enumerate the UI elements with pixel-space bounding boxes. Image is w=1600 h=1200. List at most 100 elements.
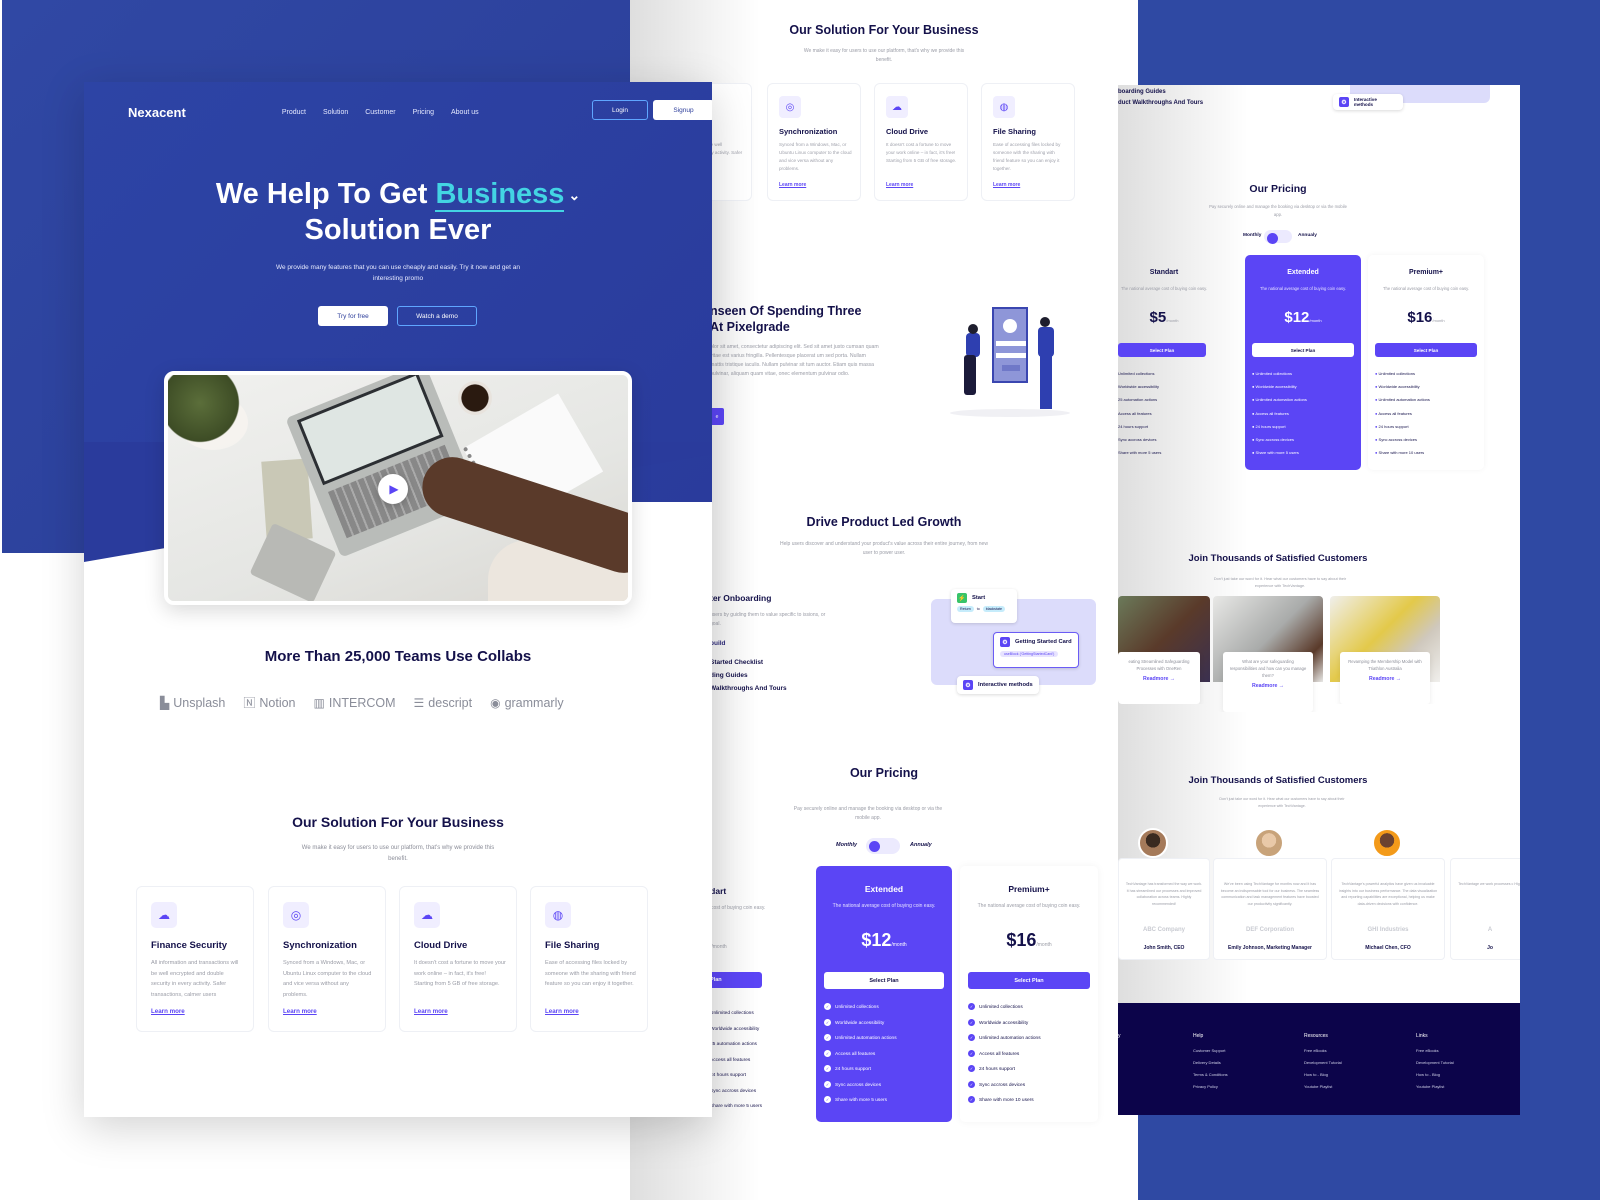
flow-interactive-label: Interactive methods [1353, 97, 1377, 107]
chevron-down-icon[interactable]: ⌄ [568, 187, 580, 203]
learn-more-link[interactable]: Learn more [993, 182, 1020, 188]
plan-name: Standart [1149, 269, 1179, 276]
readmore-link[interactable]: Readmore → [1118, 676, 1200, 682]
learn-more-link[interactable]: Learn more [151, 1008, 185, 1015]
footer-link[interactable]: Youtube Playlist [1416, 1084, 1454, 1089]
top-nav: Nexacent Product Solution Customer Prici… [128, 100, 712, 124]
nav-customer[interactable]: Customer [365, 109, 395, 116]
login-button[interactable]: Login [592, 100, 648, 120]
learn-more-link[interactable]: Learn more [545, 1008, 579, 1015]
readmore-link[interactable]: Readmore → [1223, 683, 1313, 689]
footer-link[interactable]: How to - Blog [1416, 1072, 1454, 1077]
hero-subtitle: We provide many features that you can us… [275, 264, 520, 282]
flow-node-interactive[interactable]: ⚙ Interactive methods [957, 676, 1039, 694]
flow-node-start[interactable]: ⚡ Start Return to blackstate [951, 589, 1017, 623]
blog-card[interactable]: What are your safeguarding responsibilit… [1213, 596, 1323, 712]
feature-item: Unlimited automation actions [1255, 397, 1307, 403]
annually-label[interactable]: Annualy [910, 842, 932, 848]
pricing-title-right: Our Pricing [1249, 183, 1307, 195]
check-icon: ✓ [968, 1003, 975, 1011]
plan-card-premium: Premium+ The national average cost of bu… [960, 866, 1098, 1122]
play-button[interactable]: ▶ [378, 474, 408, 504]
feature-item: 24 hours support [1118, 423, 1149, 429]
nav-pricing[interactable]: Pricing [413, 109, 434, 116]
footer-link[interactable]: Terms & Conditions [1193, 1072, 1228, 1077]
feature-item: Sync accross devices [1118, 437, 1157, 443]
footer-link[interactable]: Youtube Playlist [1304, 1084, 1342, 1089]
nav-solution[interactable]: Solution [323, 109, 348, 116]
footer-col-resources: Resources Free eBooks Development Tutori… [1304, 1033, 1342, 1096]
plan-price: $16/month [1368, 309, 1484, 326]
feature-item: Unlimited collections [979, 1005, 1023, 1010]
learn-more-link[interactable]: Learn more [283, 1008, 317, 1015]
logo-name: INTERCOM [328, 695, 396, 710]
testimonial-company: DEF Corporation [1246, 927, 1294, 933]
feature-item: Share with more 5 users [710, 1104, 762, 1109]
learn-more-link[interactable]: Learn more [779, 182, 806, 188]
hero-title-accent[interactable]: Business [435, 178, 565, 212]
select-plan-button[interactable]: Select Plan [1375, 343, 1477, 357]
hero-video[interactable]: ▶ [164, 371, 632, 605]
footer-link[interactable]: Development Tutorial [1304, 1060, 1342, 1065]
flow-node-interactive[interactable]: ⚙ Interactive methods [1333, 94, 1403, 110]
pixelgrade-button[interactable]: e [710, 408, 724, 425]
feature-card-cloud-drive: ☁ Cloud Drive It doesn't cost a fortune … [399, 886, 517, 1032]
blog-text: eating Streamlined Safeguarding Processe… [1128, 659, 1190, 671]
footer-link[interactable]: How to - Blog [1304, 1072, 1342, 1077]
learn-more-link[interactable]: Learn more [414, 1008, 448, 1015]
feature-title: Finance Security [151, 940, 228, 951]
monthly-label-right[interactable]: Monthly [1243, 233, 1261, 238]
plan-name: Extended [1287, 269, 1319, 276]
billing-toggle[interactable] [866, 838, 900, 854]
solution-title-2: Our Solution For Your Business [789, 23, 979, 37]
footer-link[interactable]: Delivery Details [1193, 1060, 1228, 1065]
monthly-label[interactable]: Monthly [836, 842, 857, 848]
select-plan-button[interactable]: Select Plan [1118, 343, 1206, 357]
feature-item: Worldwide accessibility [1118, 384, 1160, 390]
plan-price-period: /month [891, 942, 907, 948]
feature-item: Share with more 5 users [1118, 450, 1162, 456]
watch-demo-button[interactable]: Watch a demo [397, 306, 477, 326]
pricing-subtitle-right: Pay securely online and manage the booki… [1209, 204, 1347, 217]
annually-label-right[interactable]: Annualy [1298, 233, 1317, 238]
learn-more-link[interactable]: Learn more [886, 182, 913, 188]
nav-about[interactable]: About us [451, 109, 479, 116]
select-plan-button[interactable]: Select Plan [1252, 343, 1354, 357]
plan-desc: The national average cost of buying coin… [1382, 286, 1470, 291]
signup-button[interactable]: Signup [653, 100, 712, 120]
plan-extended-features: ✓ Unlimited collections ✓ Worldwide access… [824, 1000, 897, 1109]
solution-title: Our Solution For Your Business [292, 814, 504, 830]
grammarly-logo: ◉ grammarly [490, 694, 564, 711]
billing-toggle-right[interactable] [1264, 230, 1292, 244]
feature-card-file-sharing: ◍ File Sharing Ease of accessing files l… [530, 886, 648, 1032]
flow-node-getting-started[interactable]: ⚙ Getting Started Card useBlock ('Gettin… [993, 632, 1079, 668]
footer-link[interactable]: Development Tutorial [1416, 1060, 1454, 1065]
feature-item: 24 hours support [979, 1067, 1016, 1072]
feature-item: Unlimited collections [1118, 371, 1155, 376]
pricing-subtitle: Pay securely online and manage the booki… [793, 806, 943, 821]
footer-link[interactable]: Privacy Policy [1193, 1084, 1228, 1089]
blog-card[interactable]: Revamping the Membership Model with Tria… [1330, 596, 1440, 704]
testimonial-name: Jo [1487, 945, 1493, 951]
logo-name: descript [428, 695, 473, 710]
feature-item: Unlimited collections [1378, 371, 1416, 376]
blog-card[interactable]: eating Streamlined Safeguarding Processe… [1118, 596, 1210, 704]
footer-link[interactable]: Free eBooks [1304, 1048, 1342, 1053]
logo[interactable]: Nexacent [128, 105, 186, 120]
nav-product[interactable]: Product [282, 109, 306, 116]
front-page-panel: Nexacent Product Solution Customer Prici… [84, 82, 712, 1117]
feature-item: Sync accross devices [979, 1082, 1026, 1088]
feature-item: Share with more 5 users [835, 1098, 887, 1103]
growth-list-item: duct Walkthroughs And Tours [1118, 100, 1204, 106]
select-plan-button[interactable]: Select Plan [968, 972, 1090, 989]
testimonials-subtitle: Don't just take our word for it. Hear wh… [1219, 797, 1345, 808]
footer-link[interactable]: Customer Support [1193, 1048, 1228, 1053]
footer-link[interactable]: Free eBooks [1416, 1048, 1454, 1053]
try-free-button[interactable]: Try for free [318, 306, 388, 326]
check-icon: ✓ [968, 1034, 975, 1042]
readmore-link[interactable]: Readmore → [1340, 676, 1430, 682]
growth-subtitle: Help users discover and understand your … [780, 541, 988, 556]
check-icon: ✓ [968, 1049, 975, 1057]
feature-item: Worldwide accessibility [1378, 384, 1420, 390]
select-plan-button[interactable]: Select Plan [824, 972, 944, 989]
